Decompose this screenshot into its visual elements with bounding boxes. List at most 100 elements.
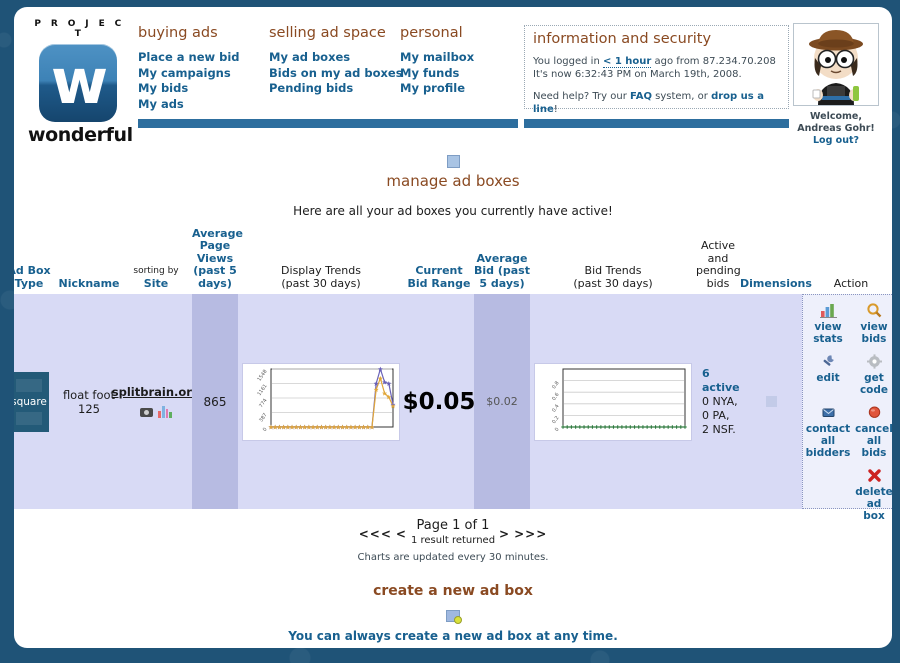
bid-trends-svg: 00.2 0.4 0.60.8 [551, 368, 687, 432]
nav-link-pending-bids[interactable]: Pending bids [269, 81, 400, 97]
delete-ad-box-label-1: delete ad [855, 486, 892, 510]
logout-link[interactable]: Log out? [813, 135, 859, 146]
nav-link-my-bids[interactable]: My bids [138, 81, 269, 97]
svg-text:0: 0 [554, 426, 561, 432]
get-code-button[interactable]: get code [851, 354, 892, 405]
header-nickname[interactable]: Nickname [58, 277, 120, 295]
cell-current-bid-range: $0.05 [403, 294, 475, 509]
bids-count: 6 [702, 366, 710, 380]
display-trends-chart[interactable]: 0 387 774 1161 1548 [242, 362, 400, 441]
infosec-spacer [533, 81, 780, 90]
infosec-help-prefix: Need help? Try our [533, 91, 631, 102]
cell-site: splitbrain.org [112, 294, 200, 509]
header-active-pending-bids: Active and pending bids [696, 239, 741, 290]
nav-link-my-mailbox[interactable]: My mailbox [400, 50, 531, 66]
bid-trends-chart[interactable]: 0 0.2 0.4 0.6 0.8 [534, 362, 692, 441]
view-stats-label-1: view [814, 321, 842, 333]
cell-display-trends: 0 387 774 1161 1548 [238, 294, 404, 509]
page-subtitle: Here are all your ad boxes you currently… [293, 204, 613, 218]
nav-link-my-ad-boxes[interactable]: My ad boxes [269, 50, 400, 66]
nav-link-my-funds[interactable]: My funds [400, 66, 531, 82]
pagination-page-label: Page 1 of 1 [416, 518, 490, 533]
get-code-label-1: get [864, 372, 884, 384]
contact-all-bidders-button[interactable]: contact all bidders [805, 405, 851, 468]
cancel-all-bids-label-2: bids [861, 447, 887, 459]
infosec-login-elapsed[interactable]: < 1 hour [602, 56, 652, 68]
dimensions-swatch [765, 396, 777, 407]
create-ad-box-link[interactable]: You can always create a new ad box at an… [288, 629, 618, 643]
view-bids-button[interactable]: view bids [851, 303, 892, 354]
bids-nsf: 2 NSF. [702, 423, 740, 437]
pagination-prev-button[interactable]: < [396, 527, 407, 541]
table-row: square float foot 125 splitbrain.org 865 [14, 294, 892, 522]
delete-ad-box-button[interactable]: delete ad box [851, 468, 892, 531]
infosec-clock-line: It's now 6:32:43 PM on March 19th, 2008. [533, 69, 742, 80]
welcome-text: Welcome, Andreas Gohr! Log out? [793, 111, 879, 147]
pagination-next-button[interactable]: > [499, 527, 510, 541]
cell-action: view stats view bids edit get code conta… [802, 294, 892, 522]
bids-nya-value: 0 NYA, [702, 394, 738, 408]
logo[interactable]: P R O J E C T w wonderful [28, 19, 133, 146]
screenshot-icon[interactable] [140, 407, 153, 417]
page-container: P R O J E C T w wonderful buying ads Pla… [14, 7, 892, 648]
faq-link[interactable]: FAQ [630, 91, 652, 102]
header-bid-trends-label: Bid Trends [584, 264, 642, 277]
header-site[interactable]: sorting by Site [120, 265, 192, 294]
nav-underline-bar [138, 119, 518, 128]
pagination-last-button[interactable]: >>> [514, 527, 547, 541]
header-site-label: Site [143, 276, 169, 290]
header-display-trends: Display Trends (past 30 days) [238, 264, 404, 294]
page-title-block: manage ad boxes [14, 155, 892, 190]
header-current-bid-range[interactable]: Current Bid Range [404, 264, 474, 294]
pagination-first-button[interactable]: <<< [359, 527, 392, 541]
header-average-page-views[interactable]: Average Page Views (past 5 days) [192, 227, 243, 295]
infosec-login-suffix: ago from 87.234.70.208 [651, 56, 776, 67]
cell-ad-box-type: square [14, 294, 58, 509]
logo-bottom-word: wonderful [28, 124, 133, 146]
header-dimensions[interactable]: Dimensions [740, 277, 812, 295]
cancel-all-bids-button[interactable]: cancel all bids [851, 405, 892, 468]
stats-icon[interactable] [158, 406, 172, 418]
welcome-line-2: Andreas Gohr! [797, 123, 875, 134]
svg-text:0.8: 0.8 [551, 380, 560, 390]
site-link[interactable]: splitbrain.org [112, 385, 200, 399]
nav-link-place-a-new-bid[interactable]: Place a new bid [138, 50, 269, 66]
cell-bid-trends: 0 0.2 0.4 0.6 0.8 [530, 294, 696, 509]
site-wrapper: splitbrain.org [112, 385, 200, 418]
header-average-bid[interactable]: Average Bid (past 5 days) [474, 252, 530, 295]
nav-link-my-profile[interactable]: My profile [400, 81, 531, 97]
logo-tile: w [39, 44, 117, 122]
svg-text:0.6: 0.6 [551, 391, 560, 401]
adbox-icon [446, 155, 460, 168]
nav-link-my-campaigns[interactable]: My campaigns [138, 66, 269, 82]
nickname-value: float foot 125 [62, 387, 116, 416]
cell-nickname: float foot 125 [58, 294, 120, 509]
cancel-circle-icon [851, 405, 892, 422]
delete-ad-box-label-2: box [863, 510, 885, 522]
page-title: manage ad boxes [386, 172, 520, 190]
edit-label: edit [816, 372, 840, 384]
svg-text:774: 774 [258, 397, 268, 408]
average-bid-value: $0.02 [486, 395, 518, 408]
avatar[interactable] [793, 23, 879, 106]
header-action: Action [833, 276, 869, 290]
nav-heading-buying-ads: buying ads [138, 25, 218, 41]
create-ad-box-heading: create a new ad box [373, 583, 533, 599]
site-icon-group [112, 406, 200, 418]
view-stats-button[interactable]: view stats [805, 303, 851, 354]
nav-link-bids-on-my-ad-boxes[interactable]: Bids on my ad boxes [269, 66, 403, 82]
view-bids-label-1: view [860, 321, 888, 333]
average-page-views-value: 865 [203, 394, 227, 409]
bids-pa: 0 PA, [702, 409, 740, 423]
edit-button[interactable]: edit [805, 354, 851, 405]
infosec-help-line: Need help? Try our FAQ system, or drop u… [533, 90, 780, 116]
svg-text:387: 387 [258, 412, 268, 423]
nav-column-selling-ad-space: selling ad space My ad boxes Bids on my … [269, 25, 403, 112]
cell-average-page-views: 865 [192, 294, 238, 509]
svg-text:0: 0 [262, 426, 269, 432]
cell-average-bid: $0.02 [474, 294, 530, 509]
cancel-all-bids-label-1: cancel all [855, 423, 892, 447]
nav-link-my-ads[interactable]: My ads [138, 97, 269, 113]
svg-text:1161: 1161 [256, 383, 268, 397]
header-ad-box-type[interactable]: Ad Box Type [14, 264, 58, 294]
